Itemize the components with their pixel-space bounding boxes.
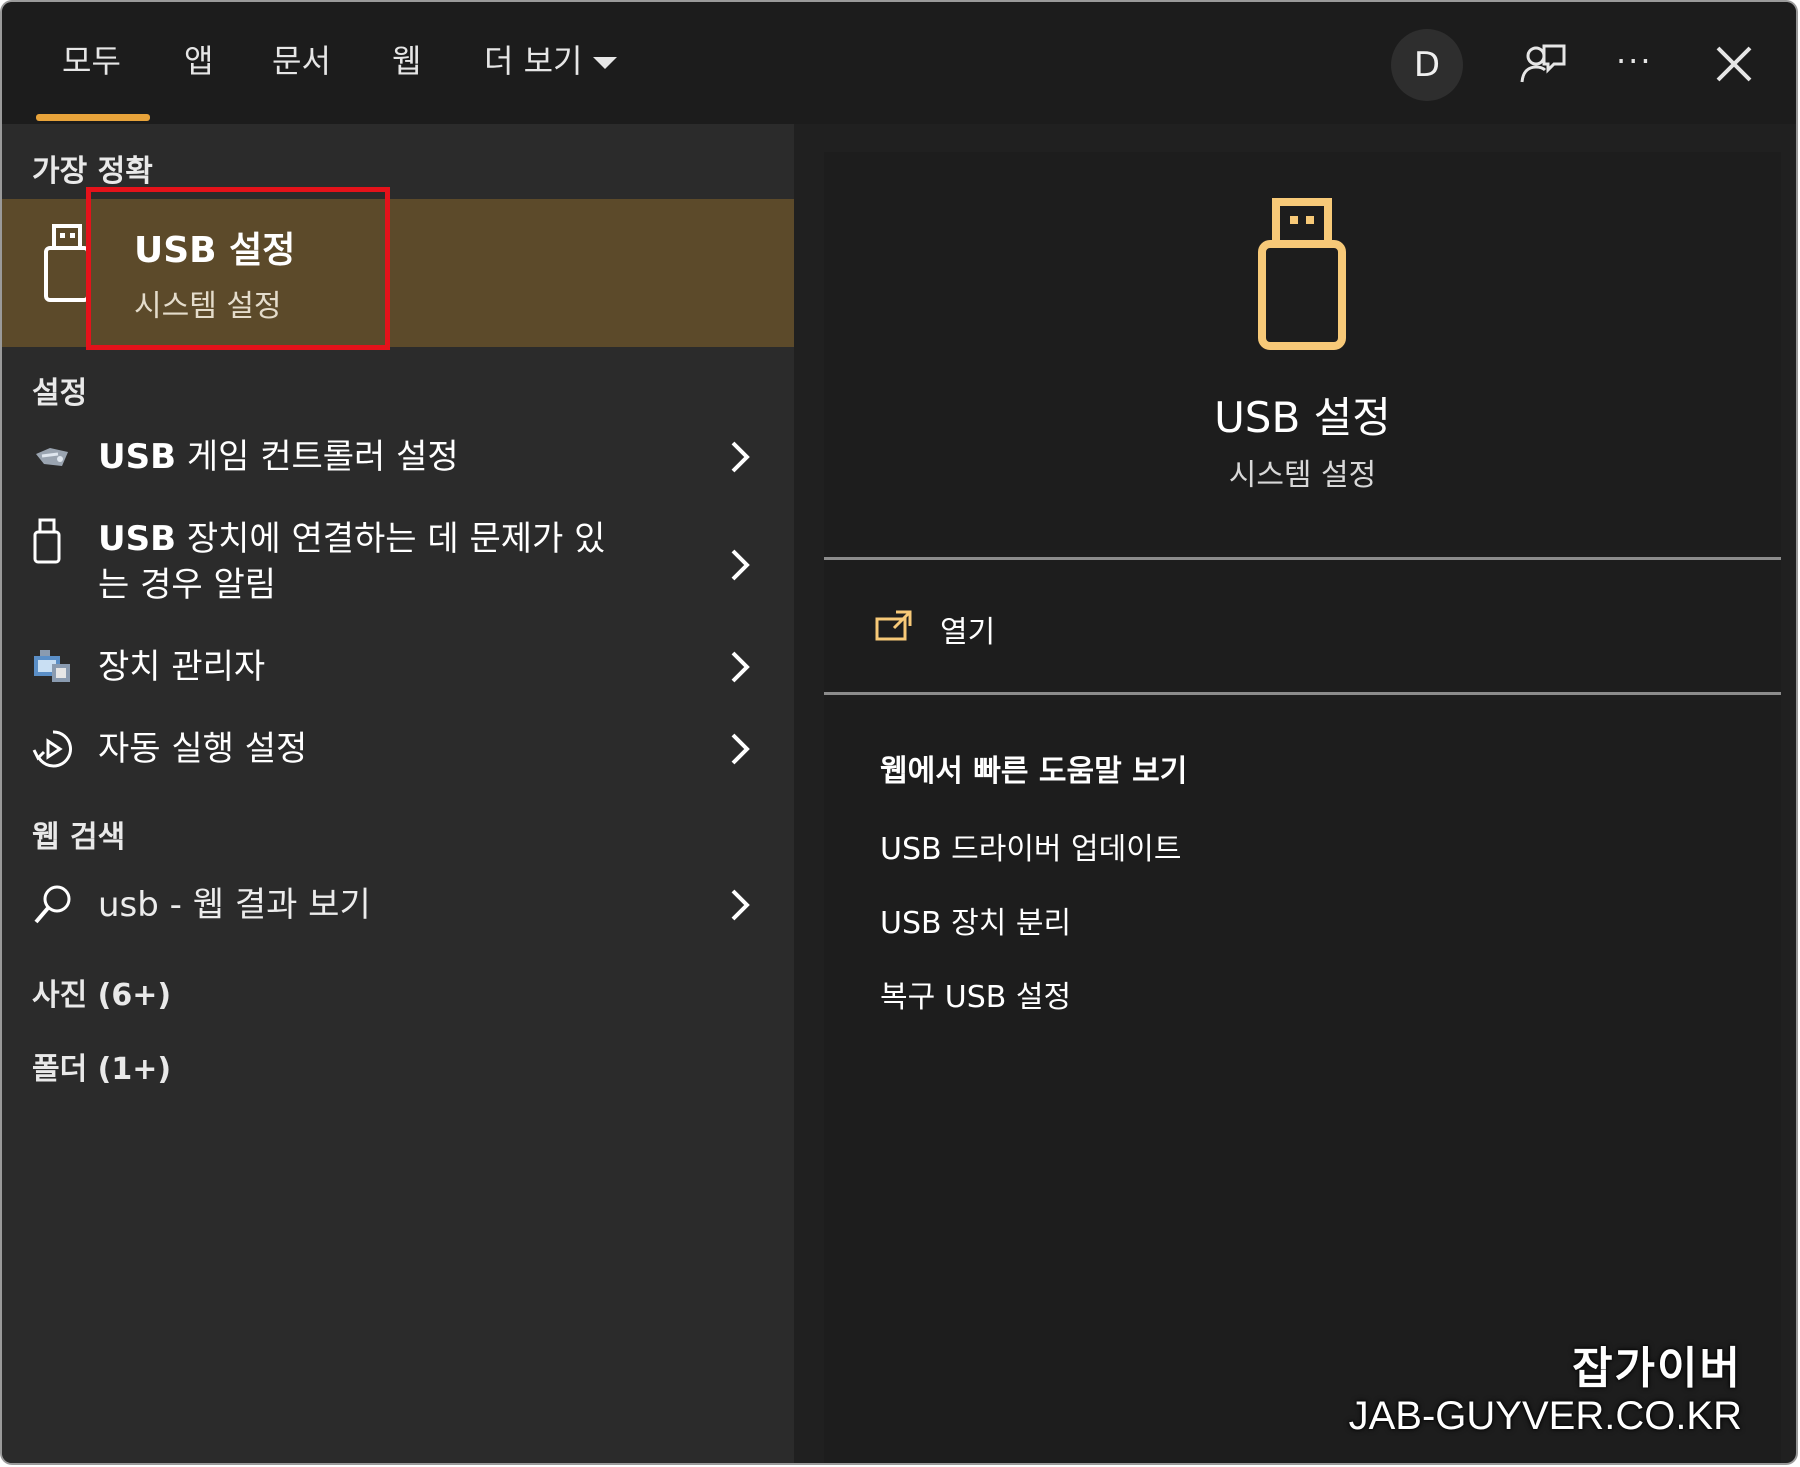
chevron-right-icon <box>731 651 750 683</box>
results-pane: 가장 정확 USB 설정 시스템 설정 설정 USB 게임 컨트롤러 설정 US… <box>2 124 794 1463</box>
open-external-icon <box>875 610 912 641</box>
tab-documents[interactable]: 문서 <box>272 36 331 86</box>
tab-all[interactable]: 모두 <box>62 36 121 86</box>
photos-heading[interactable]: 사진 (6+) <box>32 970 171 1014</box>
autoplay-icon <box>32 730 72 768</box>
close-icon[interactable] <box>1706 36 1762 92</box>
result-usb-game-controller[interactable]: USB 게임 컨트롤러 설정 <box>2 424 794 490</box>
preview-title: USB 설정 <box>1214 393 1391 442</box>
divider <box>824 692 1781 695</box>
tab-apps[interactable]: 앱 <box>184 36 213 86</box>
chevron-right-icon <box>731 733 750 765</box>
settings-heading: 설정 <box>32 376 88 411</box>
result-label: usb - 웹 결과 보기 <box>98 885 371 925</box>
divider <box>824 557 1781 560</box>
chevron-right-icon <box>731 441 750 473</box>
highlight-box <box>86 187 390 350</box>
usb-drive-icon <box>44 224 90 302</box>
web-search-heading: 웹 검색 <box>32 820 126 855</box>
tab-web[interactable]: 웹 <box>392 36 421 86</box>
active-tab-indicator <box>36 114 150 121</box>
tab-more[interactable]: 더 보기 <box>484 36 617 86</box>
best-match-heading: 가장 정확 <box>32 154 153 189</box>
help-heading: 웹에서 빠른 도움말 보기 <box>880 754 1188 789</box>
watermark-korean: 잡가이버 <box>1572 1343 1742 1394</box>
result-label-line2: 는 경우 알림 <box>98 565 277 605</box>
help-link-eject-device[interactable]: USB 장치 분리 <box>880 898 1071 942</box>
feedback-icon[interactable] <box>1514 36 1570 92</box>
chevron-right-icon <box>731 889 750 921</box>
more-options-button[interactable]: ··· <box>1616 36 1653 86</box>
result-label: 장치 관리자 <box>98 647 266 687</box>
watermark-url: JAB-GUYVER.CO.KR <box>1348 1394 1742 1438</box>
usb-drive-icon <box>33 518 61 564</box>
result-label: USB 장치에 연결하는 데 문제가 있 <box>98 519 606 559</box>
avatar[interactable]: D <box>1391 29 1463 101</box>
result-label: 자동 실행 설정 <box>98 729 308 769</box>
preview-subtitle: 시스템 설정 <box>1228 458 1377 493</box>
device-manager-icon <box>34 650 70 682</box>
tab-more-label: 더 보기 <box>484 42 583 80</box>
folders-heading[interactable]: 폴더 (1+) <box>32 1044 171 1088</box>
result-web-search[interactable]: usb - 웹 결과 보기 <box>2 870 794 940</box>
caret-down-icon <box>592 57 617 69</box>
preview-pane: USB 설정 시스템 설정 열기 웹에서 빠른 도움말 보기 USB 드라이버 … <box>824 152 1781 1463</box>
search-icon <box>34 885 71 924</box>
result-autoplay-settings[interactable]: 자동 실행 설정 <box>2 716 794 782</box>
result-usb-connection-problems[interactable]: USB 장치에 연결하는 데 문제가 있 는 경우 알림 <box>2 510 794 616</box>
open-label: 열기 <box>940 615 996 650</box>
usb-drive-icon <box>1258 198 1346 350</box>
help-link-driver-update[interactable]: USB 드라이버 업데이트 <box>880 824 1181 868</box>
result-label: USB 게임 컨트롤러 설정 <box>98 437 459 477</box>
help-link-recovery-usb[interactable]: 복구 USB 설정 <box>880 972 1071 1016</box>
chevron-right-icon <box>731 549 750 581</box>
result-device-manager[interactable]: 장치 관리자 <box>2 634 794 700</box>
search-window: 모두 앱 문서 웹 더 보기 D ··· 가장 정확 USB 설정 시스템 설정… <box>2 2 1796 1463</box>
game-controller-icon <box>36 448 68 466</box>
top-bar: 모두 앱 문서 웹 더 보기 D ··· <box>2 2 1796 124</box>
